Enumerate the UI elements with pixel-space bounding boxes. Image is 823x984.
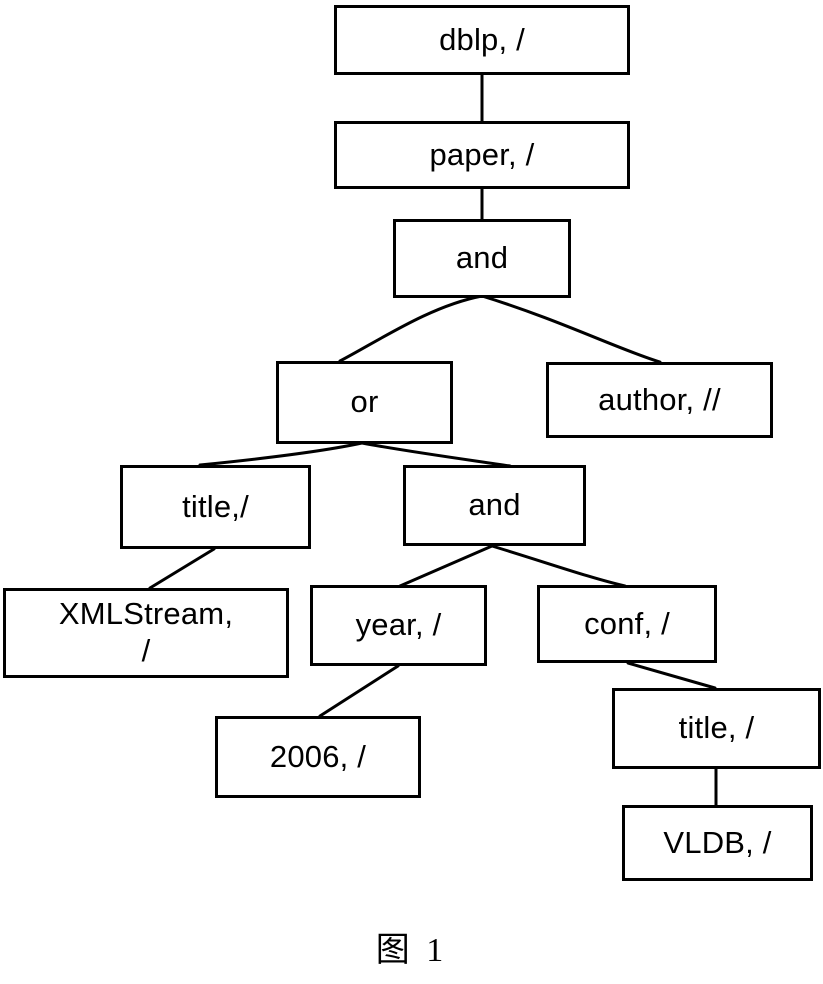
tree-node-year: year, / <box>310 585 487 666</box>
tree-edge-or-to-title_left <box>198 441 364 467</box>
tree-node-vldb: VLDB, / <box>622 805 813 881</box>
tree-edge-conf-to-title_right <box>626 661 717 690</box>
tree-edge-title_left-to-xmlstream <box>148 547 216 590</box>
tree-node-xmlstream: XMLStream, / <box>3 588 289 678</box>
tree-node-or: or <box>276 361 453 444</box>
tree-node-dblp: dblp, / <box>334 5 630 75</box>
tree-edge-and_top-to-or <box>338 294 484 363</box>
figure-container: dblp, / paper, / and or author, // title,/ and… <box>0 0 823 984</box>
tree-edge-and_mid-to-conf <box>490 544 627 588</box>
tree-node-author: author, // <box>546 362 773 438</box>
tree-edge-year-to-year_2006 <box>318 664 400 718</box>
tree-node-conf: conf, / <box>537 585 717 663</box>
tree-node-and_mid: and <box>403 465 586 546</box>
tree-edge-or-to-and_mid <box>360 441 512 468</box>
tree-edge-and_mid-to-year <box>398 544 494 588</box>
tree-node-and_top: and <box>393 219 571 298</box>
tree-node-title_right: title, / <box>612 688 821 769</box>
tree-node-title_left: title,/ <box>120 465 311 549</box>
tree-node-paper: paper, / <box>334 121 630 189</box>
figure-caption: 图 1 <box>375 932 448 969</box>
tree-edge-and_top-to-author <box>480 294 662 364</box>
tree-node-year_2006: 2006, / <box>215 716 421 798</box>
